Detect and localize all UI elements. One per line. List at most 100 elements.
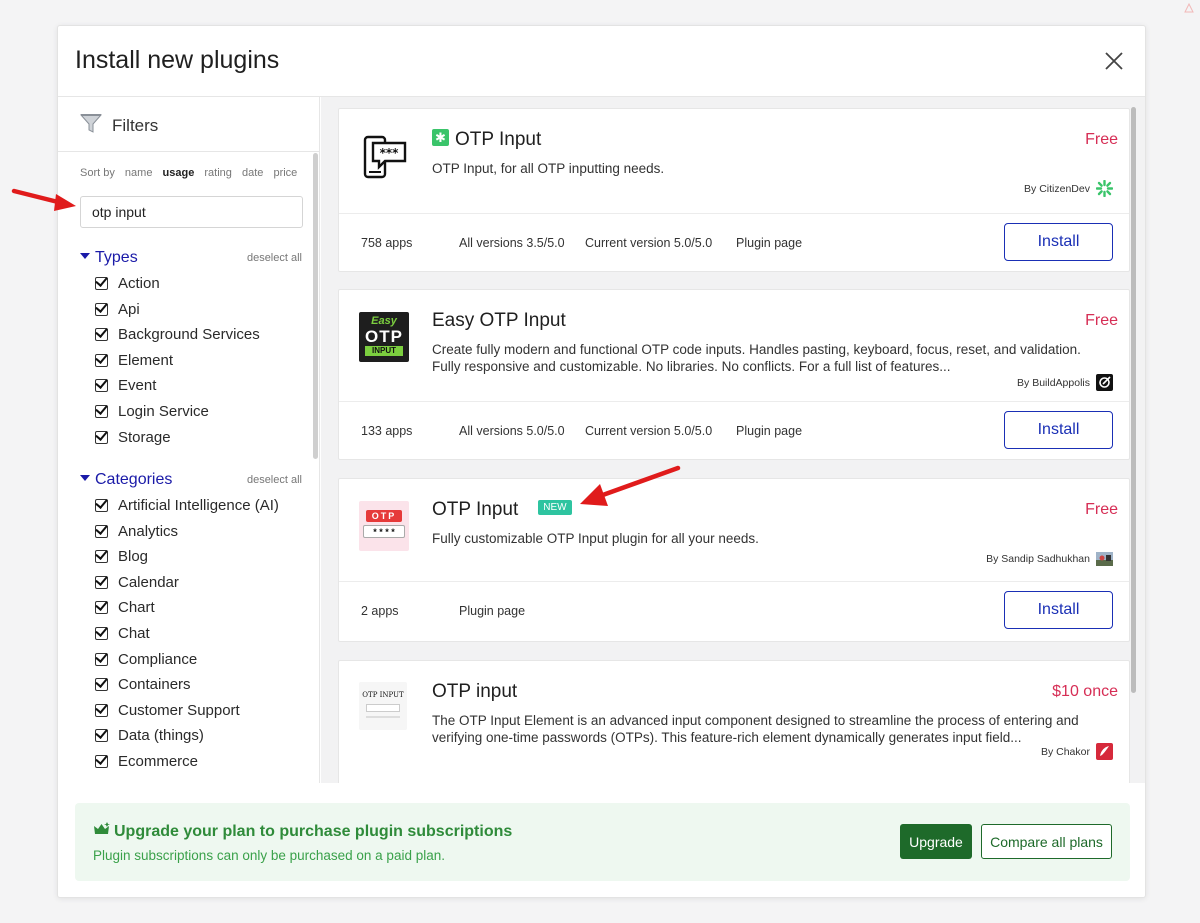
category-option[interactable]: Analytics	[58, 519, 308, 545]
plugin-card: Easy OTP INPUT Easy OTP Input Create ful…	[338, 289, 1130, 460]
checkbox-checked-icon[interactable]	[95, 601, 108, 615]
checkbox-checked-icon[interactable]	[95, 678, 108, 692]
asterisk-badge-icon: ✱	[432, 129, 449, 147]
category-option[interactable]: Ecommerce	[58, 749, 308, 775]
categories-deselect-all[interactable]: deselect all	[247, 474, 302, 486]
checkbox-checked-icon[interactable]	[95, 328, 108, 342]
plugin-card: OTP INPUT OTP input The OTP Input Elemen…	[338, 660, 1130, 783]
type-option-label: Background Services	[118, 326, 260, 344]
upgrade-button[interactable]: Upgrade	[900, 824, 972, 859]
type-option[interactable]: Login Service	[58, 399, 308, 425]
checkbox-checked-icon[interactable]	[95, 499, 108, 512]
type-option[interactable]: Action	[58, 271, 308, 297]
types-toggle[interactable]: Types	[80, 249, 138, 267]
sort-option-usage[interactable]: usage	[163, 167, 195, 179]
filters-label: Filters	[112, 116, 159, 135]
category-option-label: Blog	[118, 548, 149, 566]
plugin-name[interactable]: OTP input	[432, 681, 517, 703]
sort-option-price[interactable]: price	[273, 167, 297, 179]
checkbox-checked-icon[interactable]	[95, 277, 108, 290]
sort-option-name[interactable]: name	[125, 167, 153, 179]
category-option[interactable]: Containers	[58, 672, 308, 698]
category-option-label: Artificial Intelligence (AI)	[118, 497, 279, 514]
search-input[interactable]	[80, 196, 303, 228]
warning-icon	[1184, 3, 1194, 13]
install-button[interactable]: Install	[1004, 591, 1113, 629]
buildappolis-logo-icon	[1096, 374, 1113, 391]
type-option[interactable]: Event	[58, 373, 308, 399]
svg-text:***: ***	[380, 146, 400, 160]
type-option[interactable]: Background Services	[58, 322, 308, 348]
category-option-label: Data (things)	[118, 727, 204, 745]
category-option[interactable]: Calendar	[58, 570, 308, 596]
category-option[interactable]: Compliance	[58, 647, 308, 673]
author-avatar-icon	[1096, 552, 1113, 566]
new-badge: NEW	[538, 500, 572, 516]
plugin-page-link[interactable]: Plugin page	[736, 236, 802, 250]
sort-option-rating[interactable]: rating	[204, 167, 232, 179]
plugin-description: OTP Input, for all OTP inputting needs.	[432, 161, 665, 176]
types-deselect-all[interactable]: deselect all	[247, 252, 302, 264]
category-option-label: Customer Support	[118, 701, 240, 719]
sort-option-date[interactable]: date	[242, 167, 263, 179]
modal-header: Install new plugins	[58, 26, 1145, 97]
checkbox-checked-icon[interactable]	[95, 754, 108, 768]
install-button[interactable]: Install	[1004, 223, 1113, 261]
type-option[interactable]: Api	[58, 297, 308, 323]
checkbox-checked-icon[interactable]	[95, 524, 108, 538]
plugin-price: Free	[1085, 131, 1118, 148]
compare-plans-button[interactable]: Compare all plans	[981, 824, 1112, 859]
plugin-author: By CitizenDev	[1024, 180, 1113, 197]
plugin-name[interactable]: ✱ OTP Input	[432, 129, 541, 151]
checkbox-checked-icon[interactable]	[95, 652, 108, 666]
citizendev-logo-icon	[1096, 180, 1113, 197]
plugin-current-version: Current version 5.0/5.0	[585, 424, 713, 438]
type-option[interactable]: Element	[58, 348, 308, 374]
plugin-price: Free	[1085, 312, 1118, 329]
checkbox-checked-icon[interactable]	[95, 575, 108, 589]
category-option[interactable]: Blog	[58, 544, 308, 570]
type-option[interactable]: Storage	[58, 425, 308, 451]
phone-password-icon: ***	[363, 135, 407, 179]
plugin-description: Create fully modern and functional OTP c…	[432, 342, 1081, 374]
checkbox-checked-icon[interactable]	[95, 353, 108, 367]
plugin-author: By BuildAppolis	[1017, 374, 1113, 391]
checkbox-checked-icon[interactable]	[95, 404, 108, 418]
close-icon[interactable]	[1103, 50, 1125, 72]
categories-toggle[interactable]: Categories	[80, 471, 172, 489]
plugin-page-link[interactable]: Plugin page	[736, 424, 802, 438]
filters-sidebar: Filters Sort by name usage rating date p…	[58, 97, 320, 783]
category-option[interactable]: Data (things)	[58, 723, 308, 749]
category-option[interactable]: Chart	[58, 595, 308, 621]
sort-by: Sort by name usage rating date price	[80, 167, 304, 179]
checkbox-checked-icon[interactable]	[95, 430, 108, 444]
sort-by-label: Sort by	[80, 167, 115, 179]
category-option[interactable]: Artificial Intelligence (AI)	[58, 493, 308, 519]
plugin-name[interactable]: OTP Input NEW	[432, 499, 572, 521]
otp-input-logo: OTP * * * *	[359, 501, 409, 551]
checkbox-checked-icon[interactable]	[95, 302, 108, 316]
plugin-name[interactable]: Easy OTP Input	[432, 310, 566, 332]
checkbox-checked-icon[interactable]	[95, 379, 108, 393]
category-option-label: Chat	[118, 624, 150, 642]
category-option[interactable]: Customer Support	[58, 698, 308, 724]
install-button[interactable]: Install	[1004, 411, 1113, 449]
modal-title: Install new plugins	[75, 46, 280, 74]
sidebar-scrollbar[interactable]	[313, 153, 318, 459]
type-option-label: Element	[118, 351, 174, 369]
category-option[interactable]: Chat	[58, 621, 308, 647]
category-option-label: Compliance	[118, 650, 198, 668]
checkbox-checked-icon[interactable]	[95, 729, 108, 743]
funnel-icon	[80, 114, 102, 133]
checkbox-checked-icon[interactable]	[95, 550, 108, 564]
category-option-label: Chart	[118, 599, 155, 617]
type-option-label: Action	[118, 275, 160, 292]
upgrade-title: Upgrade your plan to purchase plugin sub…	[114, 823, 513, 840]
checkbox-checked-icon[interactable]	[95, 703, 108, 717]
plugin-app-count: 2 apps	[361, 604, 399, 618]
crown-icon	[94, 822, 110, 834]
plugin-list-scrollbar[interactable]	[1131, 107, 1136, 693]
plugin-page-link[interactable]: Plugin page	[459, 604, 525, 618]
chakor-otp-logo: OTP INPUT	[359, 682, 407, 730]
checkbox-checked-icon[interactable]	[95, 626, 108, 640]
